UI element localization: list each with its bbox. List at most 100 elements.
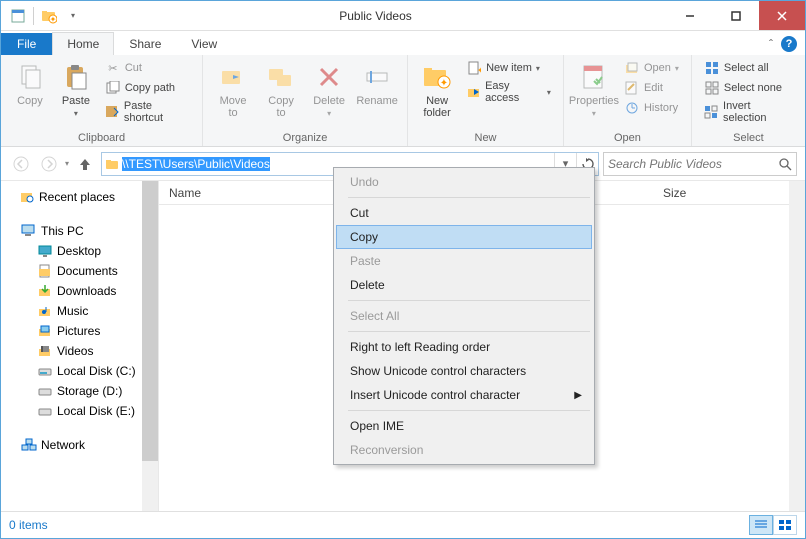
ribbon-collapse-icon[interactable]: ˆ [769, 37, 773, 51]
svg-text:✦: ✦ [477, 66, 481, 75]
easy-access-icon [466, 84, 481, 100]
disk-icon [37, 383, 53, 399]
qat-properties-icon[interactable] [7, 5, 29, 27]
ctx-reconversion[interactable]: Reconversion [336, 438, 592, 462]
tree-desktop[interactable]: Desktop [1, 241, 158, 261]
history-button[interactable]: History [620, 99, 683, 117]
documents-icon [37, 263, 53, 279]
tab-share[interactable]: Share [114, 32, 176, 55]
status-item-count: 0 items [9, 518, 48, 532]
copy-path-button[interactable]: Copy path [101, 79, 194, 97]
new-folder-button[interactable]: ✦New folder [416, 59, 458, 121]
open-icon [624, 60, 640, 76]
separator [33, 7, 34, 25]
properties-button[interactable]: Properties▾ [572, 59, 616, 120]
easy-access-button[interactable]: Easy access ▾ [462, 79, 555, 105]
window-title: Public Videos [84, 9, 667, 23]
downloads-icon [37, 283, 53, 299]
properties-icon [578, 61, 610, 93]
copy-button[interactable]: Copy [9, 59, 51, 109]
search-input[interactable] [608, 157, 778, 171]
group-clipboard: Copy Paste ▾ ✂Cut Copy path Paste shortc… [1, 55, 203, 146]
open-button[interactable]: Open ▾ [620, 59, 683, 77]
ribbon-tabs: File Home Share View ˆ ? [1, 31, 805, 55]
rename-button[interactable]: Rename [355, 59, 399, 109]
column-size[interactable]: Size [653, 186, 733, 200]
ctx-open-ime[interactable]: Open IME [336, 414, 592, 438]
ctx-insert-unicode[interactable]: Insert Unicode control character▶ [336, 383, 592, 407]
edit-button[interactable]: Edit [620, 79, 683, 97]
list-scrollbar[interactable] [789, 181, 805, 511]
chevron-down-icon: ▾ [327, 109, 331, 118]
ctx-undo[interactable]: Undo [336, 170, 592, 194]
delete-icon [313, 61, 345, 93]
paste-button[interactable]: Paste ▾ [55, 59, 97, 120]
tree-downloads[interactable]: Downloads [1, 281, 158, 301]
help-icon[interactable]: ? [781, 36, 797, 52]
back-button[interactable] [9, 152, 33, 176]
history-icon [624, 100, 640, 116]
qat-newfolder-icon[interactable]: ✦ [38, 5, 60, 27]
minimize-button[interactable] [667, 1, 713, 30]
navigation-pane: Recent places This PC Desktop Documents … [1, 181, 159, 511]
ctx-show-unicode[interactable]: Show Unicode control characters [336, 359, 592, 383]
ctx-select-all[interactable]: Select All [336, 304, 592, 328]
tab-home[interactable]: Home [52, 32, 114, 55]
tree-disk-c[interactable]: Local Disk (C:) [1, 361, 158, 381]
group-new: ✦New folder ✦New item ▾ Easy access ▾ Ne… [408, 55, 564, 146]
ctx-cut[interactable]: Cut [336, 201, 592, 225]
svg-text:✦: ✦ [440, 78, 448, 89]
group-open-label: Open [572, 131, 683, 144]
forward-button[interactable] [37, 152, 61, 176]
tree-this-pc[interactable]: This PC [1, 221, 158, 241]
up-button[interactable] [73, 152, 97, 176]
select-all-button[interactable]: Select all [700, 59, 797, 77]
tree-network[interactable]: Network [1, 435, 158, 455]
chevron-down-icon: ▾ [74, 109, 78, 118]
tree-disk-d[interactable]: Storage (D:) [1, 381, 158, 401]
shortcut-icon [105, 104, 120, 120]
title-bar: ✦ ▾ Public Videos [1, 1, 805, 31]
desktop-icon [37, 243, 53, 259]
new-item-button[interactable]: ✦New item ▾ [462, 59, 555, 77]
tree-pictures[interactable]: Pictures [1, 321, 158, 341]
music-icon [37, 303, 53, 319]
thumbnails-view-button[interactable] [773, 515, 797, 535]
copy-to-button[interactable]: Copy to [259, 59, 303, 121]
search-icon[interactable] [778, 157, 792, 171]
select-none-button[interactable]: Select none [700, 79, 797, 97]
tree-music[interactable]: Music [1, 301, 158, 321]
tab-view[interactable]: View [176, 32, 232, 55]
qat-dropdown-icon[interactable]: ▾ [62, 5, 84, 27]
maximize-button[interactable] [713, 1, 759, 30]
ribbon: Copy Paste ▾ ✂Cut Copy path Paste shortc… [1, 55, 805, 147]
ctx-paste[interactable]: Paste [336, 249, 592, 273]
move-to-button[interactable]: Move to [211, 59, 255, 121]
tab-file[interactable]: File [1, 33, 52, 55]
paste-shortcut-button[interactable]: Paste shortcut [101, 99, 194, 125]
tree-disk-e[interactable]: Local Disk (E:) [1, 401, 158, 421]
delete-button[interactable]: Delete▾ [307, 59, 351, 120]
svg-text:✦: ✦ [50, 15, 57, 24]
cut-button[interactable]: ✂Cut [101, 59, 194, 77]
tree-videos[interactable]: Videos [1, 341, 158, 361]
recent-dropdown-icon[interactable]: ▾ [65, 159, 69, 168]
details-view-button[interactable] [749, 515, 773, 535]
quick-access-toolbar: ✦ ▾ [1, 5, 84, 27]
tree-documents[interactable]: Documents [1, 261, 158, 281]
copy-label: Copy [17, 95, 43, 107]
close-button[interactable] [759, 1, 805, 30]
ctx-copy[interactable]: Copy [336, 225, 592, 249]
invert-selection-button[interactable]: Invert selection [700, 99, 797, 125]
tree-recent-places[interactable]: Recent places [1, 187, 158, 207]
ctx-delete[interactable]: Delete [336, 273, 592, 297]
copy-icon [14, 61, 46, 93]
disk-icon [37, 363, 53, 379]
pictures-icon [37, 323, 53, 339]
chevron-down-icon: ▾ [675, 64, 679, 73]
ctx-rtl[interactable]: Right to left Reading order [336, 335, 592, 359]
edit-icon [624, 80, 640, 96]
group-select: Select all Select none Invert selection … [692, 55, 805, 146]
chevron-down-icon: ▾ [592, 109, 596, 118]
tree-scrollbar-thumb[interactable] [142, 181, 158, 461]
